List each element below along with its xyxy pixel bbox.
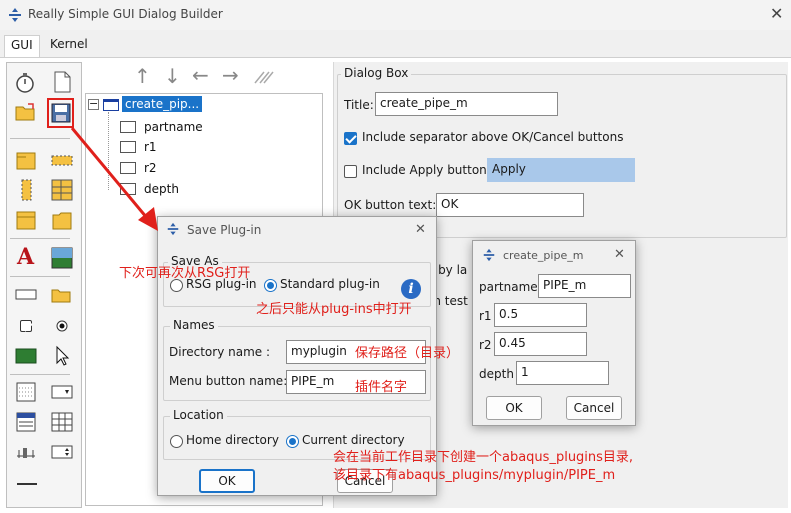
standard-plugin-radio[interactable] [264, 279, 277, 292]
tree-node-depth[interactable]: depth [144, 182, 179, 196]
current-directory-label: Current directory [302, 433, 405, 447]
checkbox-widget-icon[interactable] [20, 320, 32, 332]
app-logo-icon [9, 8, 21, 22]
annotation-plugin-name: 插件名字 [355, 380, 408, 395]
save-plugin-title: Save Plug-in [187, 223, 262, 237]
toolbox-divider [10, 276, 70, 277]
tree-node-r2[interactable]: r2 [144, 161, 157, 175]
separator-label: Include separator above OK/Cancel button… [362, 130, 624, 144]
preview-cancel-button[interactable]: Cancel [566, 396, 622, 420]
separator-widget-icon[interactable] [17, 483, 37, 485]
new-file-icon[interactable] [50, 70, 74, 94]
title-label: Title: [344, 98, 374, 112]
tree-node-root[interactable]: create_pip... [122, 96, 203, 112]
preview-ok-button[interactable]: OK [486, 396, 542, 420]
delete-widget-icon[interactable] [252, 68, 276, 86]
horizontal-frame-icon[interactable] [50, 148, 74, 172]
list-widget-icon[interactable] [14, 380, 38, 404]
tree-node-r1[interactable]: r1 [144, 140, 157, 154]
tree-guide-line [108, 112, 109, 190]
home-directory-label: Home directory [186, 433, 279, 447]
app-logo-icon [483, 248, 495, 262]
tree-collapse-toggle[interactable]: − [88, 98, 99, 110]
slider-widget-icon[interactable] [14, 440, 38, 464]
ok-text-input[interactable]: OK [436, 193, 584, 217]
textfield-node-icon [120, 183, 136, 195]
tab-item-icon[interactable] [50, 208, 74, 232]
r1-label: r1 [479, 309, 492, 323]
move-left-icon[interactable]: ← [192, 63, 209, 87]
combo-widget-icon[interactable] [14, 344, 38, 368]
ok-text-label: OK button text: [344, 198, 437, 212]
annotation-save-path: 保存路径（目录） [355, 346, 460, 361]
aligned-frame-icon[interactable] [50, 178, 74, 202]
toolbox-divider [10, 138, 70, 139]
preview-close-button[interactable]: ✕ [614, 247, 625, 262]
preview-title: create_pipe_m [503, 249, 584, 262]
table-widget-icon[interactable] [50, 410, 74, 434]
tree-widget-icon[interactable] [14, 410, 38, 434]
tab-strip [0, 30, 791, 58]
apply-text-input[interactable]: Apply [487, 158, 635, 182]
textfield-node-icon [120, 141, 136, 153]
annotation-reopen-rsg: 下次可再次从RSG打开 [119, 266, 251, 281]
save-disk-icon[interactable] [49, 101, 73, 125]
r2-label: r2 [479, 338, 492, 352]
r1-input[interactable]: 0.5 [494, 303, 587, 327]
partname-label: partname [479, 280, 538, 294]
open-folder-icon[interactable] [14, 100, 38, 124]
file-open-field-icon[interactable] [50, 282, 74, 306]
dialog-title-input[interactable]: create_pipe_m [375, 92, 558, 116]
annotation-plugins-only: 之后只能从plug-ins中打开 [256, 302, 412, 317]
radio-widget-icon[interactable] [50, 314, 74, 338]
image-widget-icon[interactable] [50, 246, 74, 270]
standard-plugin-label: Standard plug-in [280, 277, 380, 291]
pick-cursor-icon[interactable] [50, 344, 74, 368]
depth-input[interactable]: 1 [516, 361, 609, 385]
move-up-icon[interactable]: ↑ [134, 64, 151, 88]
stopwatch-icon[interactable] [13, 70, 37, 94]
text-field-icon[interactable] [14, 282, 38, 306]
home-directory-radio[interactable] [170, 435, 183, 448]
app-logo-icon [167, 222, 179, 236]
current-directory-radio[interactable] [286, 435, 299, 448]
names-legend: Names [170, 318, 218, 332]
textfield-node-icon [120, 162, 136, 174]
window-close-button[interactable]: ✕ [770, 4, 783, 23]
tab-book-icon[interactable] [14, 208, 38, 232]
window-title: Really Simple GUI Dialog Builder [28, 7, 223, 21]
label-widget-icon[interactable]: A [17, 244, 34, 270]
menu-button-name-label: Menu button name: [169, 374, 288, 388]
toolbox-divider [10, 238, 70, 239]
r2-input[interactable]: 0.45 [494, 332, 587, 356]
move-down-icon[interactable]: ↓ [164, 64, 181, 88]
textfield-node-icon [120, 121, 136, 133]
separator-checkbox[interactable] [344, 132, 357, 145]
dropdown-widget-icon[interactable] [50, 380, 74, 404]
partname-input[interactable]: PIPE_m [538, 274, 631, 298]
info-icon: i [401, 279, 421, 299]
tab-kernel[interactable]: Kernel [44, 35, 94, 57]
tab-gui[interactable]: GUI [4, 35, 40, 57]
annotation-directory-path: 该目录下有abaqus_plugins/myplugin/PIPE_m [333, 468, 616, 483]
move-right-icon[interactable]: → [222, 63, 239, 87]
location-legend: Location [170, 408, 227, 422]
annotation-creates-directory: 会在当前工作目录下创建一个abaqus_plugins目录, [333, 450, 634, 465]
dialog-node-icon [103, 99, 119, 111]
directory-name-label: Directory name : [169, 345, 271, 359]
frame-widget-icon[interactable] [14, 148, 38, 172]
toolbox-divider [10, 374, 70, 375]
apply-label: Include Apply button: [362, 163, 491, 177]
apply-checkbox[interactable] [344, 165, 357, 178]
save-plugin-close-button[interactable]: ✕ [415, 222, 426, 237]
save-ok-button[interactable]: OK [199, 469, 255, 493]
dialog-box-group-title: Dialog Box [341, 66, 412, 80]
tree-node-partname[interactable]: partname [144, 120, 203, 134]
depth-label: depth [479, 367, 514, 381]
vertical-frame-icon[interactable] [14, 178, 38, 202]
spinner-widget-icon[interactable] [50, 440, 74, 464]
